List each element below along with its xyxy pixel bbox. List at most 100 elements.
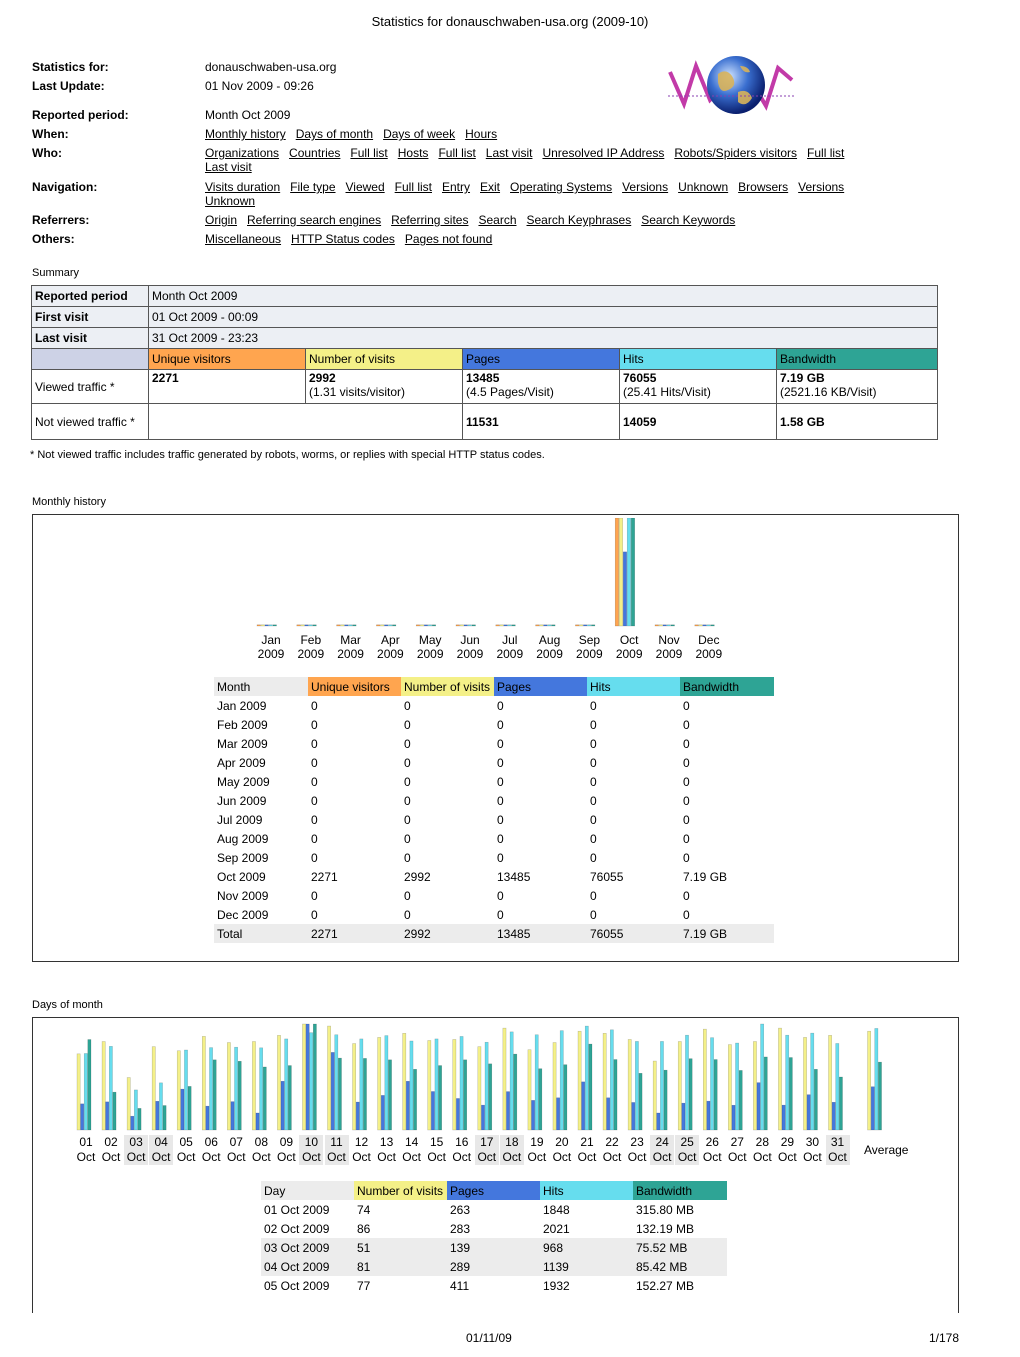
bar-visits-may-2009 [419,624,424,627]
bar-pages-01 [80,1103,85,1131]
link-viewed[interactable]: Viewed [346,180,385,194]
table-cell: 0 [311,717,318,732]
table-cell: 0 [311,755,318,770]
last-visit-label: Last visit [31,327,149,349]
monthly-header-hits: Hits [587,677,680,696]
bar-visits-dec-2009 [698,624,703,627]
table-cell: 0 [683,698,690,713]
bar-hits-29 [785,1034,790,1131]
link-operating-systems[interactable]: Operating Systems [510,180,612,194]
link-robots-full-list[interactable]: Full list [807,146,844,160]
table-cell: 13485 [497,869,531,884]
table-cell: 0 [683,831,690,846]
month-axis-label: Jul 2009 [496,633,524,661]
link-robots-last-visit[interactable]: Last visit [205,160,252,174]
link-countries-full-list[interactable]: Full list [350,146,387,160]
bar-bandwidth-apr-2009 [392,624,397,627]
header-bandwidth: Bandwidth [775,348,939,370]
table-row: Oct 2009 2271 2992 13485 76055 7.19 GB [214,867,774,886]
bar-pages-aug-2009 [543,624,548,627]
bar-unique-visitors-mar-2009 [336,624,341,627]
table-cell: 7.19 GB [683,926,728,941]
bar-hits-31 [835,1043,840,1131]
link-hosts-full-list[interactable]: Full list [438,146,475,160]
table-cell: 04 Oct 2009 [264,1259,330,1274]
link-os-unknown[interactable]: Unknown [678,180,728,194]
bar-visits-nov-2009 [658,624,663,627]
bar-pages-23 [631,1102,636,1131]
link-browser-versions[interactable]: Versions [798,180,844,194]
bar-hits-26 [710,1037,714,1131]
table-cell: 0 [404,717,411,732]
bar-pages-21 [581,1081,586,1131]
table-cell: Aug 2009 [217,831,269,846]
table-cell: 86 [357,1221,371,1236]
link-exit[interactable]: Exit [480,180,500,194]
monthly-header-pages: Pages [494,677,587,696]
bar-unique-visitors-nov-2009 [654,624,659,627]
day-axis-label: 05 Oct [176,1135,196,1164]
link-monthly-history[interactable]: Monthly history [205,127,286,141]
table-cell: 2992 [404,869,431,884]
bar-visits-25 [677,1041,682,1131]
link-viewed-full-list[interactable]: Full list [395,180,432,194]
table-cell: Dec 2009 [217,907,269,922]
day-axis-label: 17 Oct [474,1135,499,1165]
bar-visits-15 [427,1040,432,1131]
table-cell: 0 [311,698,318,713]
link-days-of-month[interactable]: Days of month [296,127,373,141]
link-unresolved-ip[interactable]: Unresolved IP Address [542,146,664,160]
bar-visits-04 [151,1046,156,1131]
link-search-keywords[interactable]: Search Keywords [641,213,735,227]
link-pages-not-found[interactable]: Pages not found [405,232,492,246]
link-referring-sites[interactable]: Referring sites [391,213,468,227]
link-robots[interactable]: Robots/Spiders visitors [674,146,797,160]
day-axis-label: 03 Oct [124,1135,149,1165]
bar-pages-jul-2009 [503,624,508,627]
bar-pages-16 [456,1098,460,1131]
link-hours[interactable]: Hours [465,127,497,141]
link-miscellaneous[interactable]: Miscellaneous [205,232,281,246]
bar-pages-05 [180,1088,185,1131]
link-hosts[interactable]: Hosts [398,146,429,160]
link-os-versions[interactable]: Versions [622,180,668,194]
bar-bandwidth-17 [488,1063,493,1131]
bar-bandwidth-19 [538,1068,543,1131]
link-entry[interactable]: Entry [442,180,470,194]
day-axis-label: 10 Oct [299,1135,324,1165]
table-cell: Sep 2009 [217,850,269,865]
viewed-traffic-label: Viewed traffic * [31,369,149,404]
monthly-header-month: Month [214,677,308,696]
not-viewed-traffic-label: Not viewed traffic * [31,403,149,440]
month-axis-label: Oct 2009 [615,633,643,661]
days-header-hits: Hits [540,1181,633,1200]
link-http-status-codes[interactable]: HTTP Status codes [291,232,395,246]
bar-visits-09 [277,1035,281,1131]
link-browsers[interactable]: Browsers [738,180,788,194]
bar-unique-visitors-oct-2009 [614,518,619,627]
table-cell: Nov 2009 [217,888,269,903]
not-viewed-hits: 14059 [623,414,657,429]
link-search-keyphrases[interactable]: Search Keyphrases [527,213,632,227]
link-countries[interactable]: Countries [289,146,340,160]
bar-visits-12 [352,1043,356,1131]
link-browser-unknown[interactable]: Unknown [205,194,255,208]
table-row: Sep 2009 0 0 0 0 0 [214,848,774,867]
link-origin[interactable]: Origin [205,213,237,227]
link-referring-search-engines[interactable]: Referring search engines [247,213,381,227]
table-cell: 2271 [311,869,338,884]
link-hosts-last-visit[interactable]: Last visit [486,146,533,160]
link-days-of-week[interactable]: Days of week [383,127,455,141]
day-axis-label: 24 Oct [650,1135,675,1165]
link-search[interactable]: Search [478,213,516,227]
bar-unique-visitors-sep-2009 [575,624,580,627]
link-organizations[interactable]: Organizations [205,146,279,160]
table-cell: 315.80 MB [636,1202,695,1217]
bar-bandwidth-may-2009 [431,624,436,627]
link-file-type[interactable]: File type [290,180,335,194]
table-cell: 0 [590,888,597,903]
monthly-table: Month Unique visitors Number of visits P… [214,677,774,943]
link-visits-duration[interactable]: Visits duration [205,180,280,194]
bar-bandwidth-nov-2009 [670,624,675,627]
day-axis-label: 13 Oct [377,1135,396,1164]
